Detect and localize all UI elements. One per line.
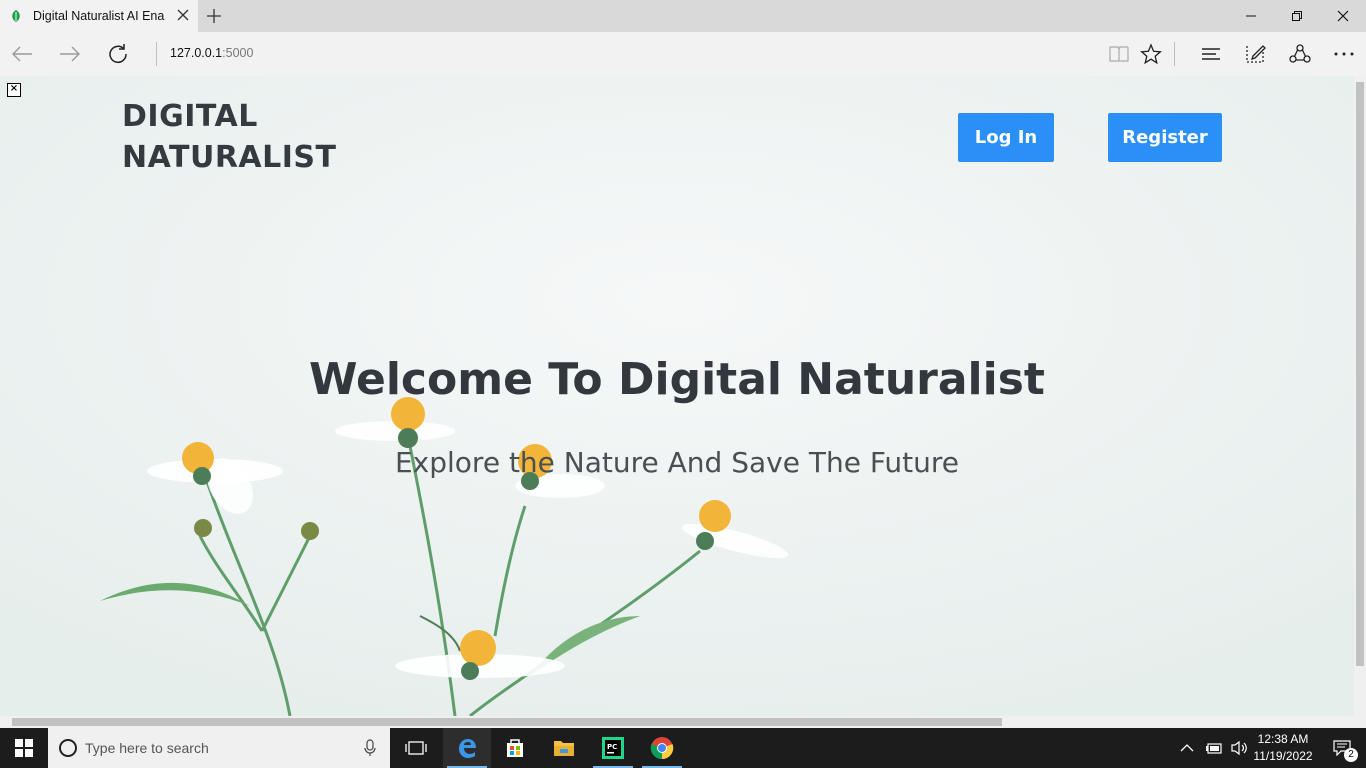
address-separator — [156, 42, 157, 66]
tab-close-icon[interactable] — [176, 8, 190, 22]
store-icon — [507, 739, 523, 757]
share-button[interactable] — [1288, 42, 1312, 66]
refresh-button[interactable] — [106, 42, 130, 66]
login-button[interactable]: Log In — [958, 113, 1054, 162]
system-tray — [1180, 728, 1248, 768]
task-view-button[interactable] — [392, 728, 440, 768]
forward-button[interactable] — [58, 42, 82, 66]
site-brand: DIGITAL NATURALIST — [122, 99, 337, 175]
edge-taskbar-button[interactable] — [443, 728, 491, 768]
taskbar: Type here to search PC 12:38 AM 11/19/20… — [0, 728, 1366, 768]
minimize-button[interactable] — [1228, 0, 1274, 32]
browser-tab[interactable]: Digital Naturalist AI Ena — [0, 0, 198, 32]
favorite-star-icon — [1140, 43, 1162, 65]
web-note-button[interactable] — [1243, 42, 1267, 66]
action-center-button[interactable]: 2 — [1318, 728, 1366, 768]
taskbar-search-box[interactable]: Type here to search — [48, 728, 390, 768]
close-icon — [1337, 10, 1349, 22]
new-tab-icon[interactable] — [206, 8, 222, 24]
register-button[interactable]: Register — [1108, 113, 1222, 162]
reading-view-icon — [1109, 46, 1129, 62]
browser-tab-bar: Digital Naturalist AI Ena — [0, 0, 1366, 32]
windows-logo-icon — [15, 739, 33, 757]
chrome-icon — [650, 737, 674, 760]
vertical-scrollbar[interactable] — [1354, 76, 1366, 716]
notification-count-badge: 2 — [1344, 748, 1358, 762]
close-popup-icon[interactable]: × — [7, 83, 21, 97]
tab-title: Digital Naturalist AI Ena — [33, 9, 165, 23]
web-note-icon — [1246, 45, 1266, 63]
hero-title: Welcome To Digital Naturalist — [309, 354, 1045, 405]
forward-arrow-icon — [60, 46, 80, 62]
clock-time: 12:38 AM — [1257, 732, 1309, 746]
hero-subtitle: Explore the Nature And Save The Future — [394, 446, 960, 479]
edge-browser-icon — [459, 739, 476, 758]
start-button[interactable] — [0, 728, 48, 768]
task-view-icon — [405, 741, 427, 755]
back-button[interactable] — [10, 42, 34, 66]
volume-icon[interactable] — [1230, 740, 1248, 756]
hub-button[interactable] — [1199, 42, 1223, 66]
horizontal-scrollbar[interactable] — [0, 716, 1366, 728]
more-button[interactable] — [1332, 42, 1356, 66]
restore-button[interactable] — [1274, 0, 1320, 32]
url-host: 127.0.0.1 — [170, 46, 223, 60]
vertical-scroll-thumb[interactable] — [1356, 82, 1364, 666]
refresh-icon — [109, 44, 127, 63]
system-clock[interactable]: 12:38 AM 11/19/2022 — [1248, 731, 1318, 765]
clock-date: 11/19/2022 — [1253, 749, 1313, 763]
search-placeholder: Type here to search — [85, 740, 209, 756]
address-bar[interactable]: 127.0.0.1:5000 — [170, 46, 253, 60]
svg-text:PC: PC — [607, 743, 617, 751]
restore-icon — [1292, 11, 1302, 21]
file-explorer-taskbar-button[interactable] — [540, 728, 588, 768]
share-icon — [1289, 44, 1311, 63]
url-port: :5000 — [222, 46, 254, 60]
back-arrow-icon — [12, 46, 32, 62]
cortana-icon — [59, 739, 77, 757]
reading-view-button[interactable] — [1107, 42, 1131, 66]
pycharm-icon: PC — [602, 737, 624, 759]
leaf-favicon-icon — [12, 10, 20, 22]
toolbar-separator — [1174, 42, 1175, 66]
microphone-icon[interactable] — [364, 739, 376, 757]
pycharm-taskbar-button[interactable]: PC — [589, 728, 637, 768]
store-taskbar-button[interactable] — [491, 728, 539, 768]
chevron-up-icon[interactable] — [1180, 743, 1194, 753]
folder-icon — [554, 741, 574, 756]
hub-icon — [1202, 48, 1220, 60]
close-window-button[interactable] — [1320, 0, 1366, 32]
more-icon — [1334, 52, 1354, 56]
minimize-icon — [1246, 15, 1256, 17]
horizontal-scroll-thumb[interactable] — [12, 718, 1002, 726]
web-page: × DIGITAL NATURALIST Log In Register Wel… — [0, 76, 1354, 716]
browser-navigation-bar: 127.0.0.1:5000 — [0, 32, 1366, 76]
battery-icon[interactable] — [1206, 742, 1222, 754]
chrome-taskbar-button[interactable] — [638, 728, 686, 768]
favorite-button[interactable] — [1139, 42, 1163, 66]
